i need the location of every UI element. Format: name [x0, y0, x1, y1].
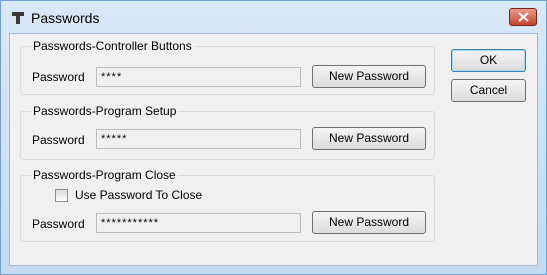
group-legend: Passwords-Controller Buttons	[33, 39, 192, 53]
close-new-password-button[interactable]: New Password	[312, 211, 426, 234]
use-password-to-close-checkbox[interactable]	[55, 189, 68, 202]
close-password-field[interactable]: ***********	[96, 213, 301, 233]
setup-password-field[interactable]: *****	[96, 129, 301, 149]
password-label: Password	[32, 133, 85, 147]
title-bar[interactable]: Passwords	[1, 1, 546, 33]
group-legend: Passwords-Program Setup	[33, 104, 177, 118]
checkbox-label[interactable]: Use Password To Close	[75, 188, 202, 202]
window-title: Passwords	[31, 10, 100, 26]
ok-button[interactable]: OK	[451, 49, 526, 72]
setup-new-password-button[interactable]: New Password	[312, 127, 426, 150]
cancel-button[interactable]: Cancel	[451, 79, 526, 102]
controller-password-field[interactable]: ****	[96, 67, 301, 87]
key-icon	[12, 12, 24, 24]
controller-new-password-button[interactable]: New Password	[312, 65, 426, 88]
group-legend: Passwords-Program Close	[33, 168, 176, 182]
passwords-dialog: Passwords Passwords-Controller Buttons P…	[0, 0, 547, 275]
password-label: Password	[32, 70, 85, 84]
close-button[interactable]	[509, 8, 537, 26]
dialog-body: Passwords-Controller Buttons Password **…	[9, 33, 538, 266]
password-label: Password	[32, 217, 85, 231]
close-icon	[518, 12, 529, 22]
